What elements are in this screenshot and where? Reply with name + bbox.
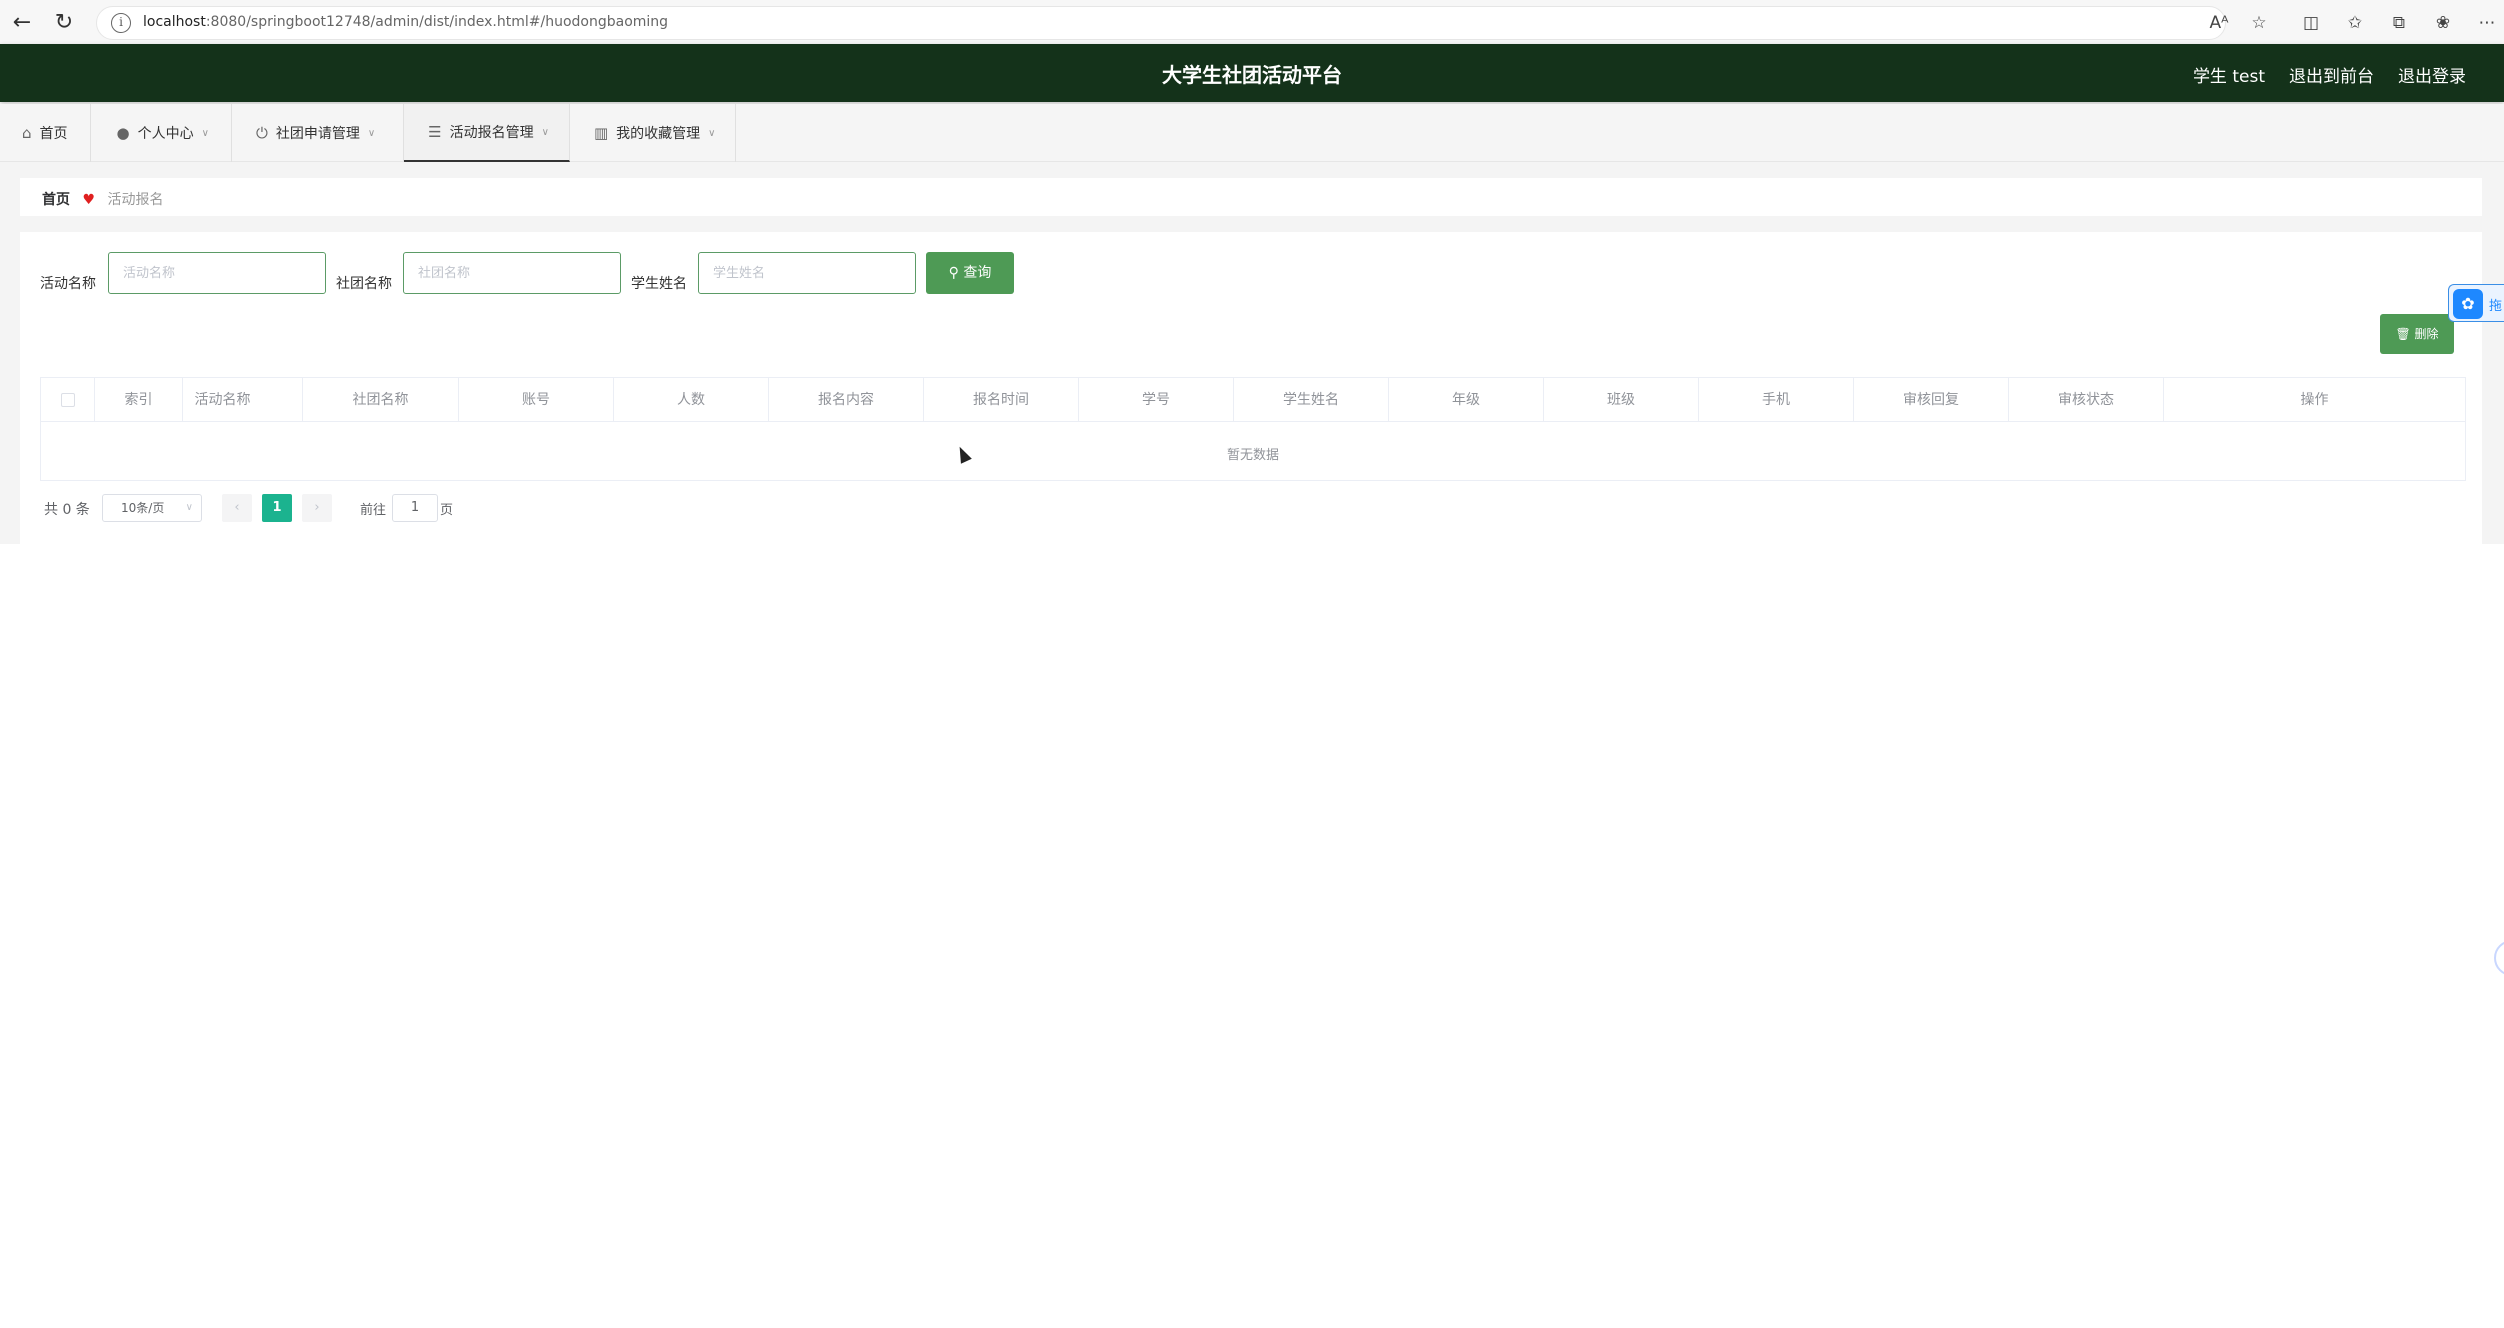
page-size-select[interactable]: 10条/页 ∨ <box>102 494 202 522</box>
home-icon: ⌂ <box>22 124 32 142</box>
chevron-down-icon: ∨ <box>541 126 549 138</box>
student-name-input[interactable] <box>698 252 916 294</box>
page-number-active[interactable]: 1 <box>262 494 292 522</box>
menu-item-club-application[interactable]: ⏻ 社团申请管理 ∨ <box>232 104 405 162</box>
chevron-down-icon: ∨ <box>367 127 376 139</box>
back-arrow-icon[interactable]: ← <box>8 9 36 37</box>
table-header-cell: 审核状态 <box>2009 378 2164 422</box>
page-size-value: 10条/页 <box>121 501 165 515</box>
collections-icon[interactable]: ⧉ <box>2388 12 2410 34</box>
bookmark-icon: ▥ <box>593 124 609 142</box>
menu-item-label: 活动报名管理 <box>449 125 534 141</box>
chevron-down-icon: ∨ <box>185 502 193 513</box>
search-icon: ⚲ <box>948 265 959 281</box>
table-header-cell: 手机 <box>1699 378 1854 422</box>
pagination-total: 共 0 条 <box>44 502 90 518</box>
url-host: localhost <box>143 14 206 30</box>
floating-assistant-widget[interactable]: ✿ 拖 <box>2448 284 2504 322</box>
breadcrumb-card: 首页 ♥ 活动报名 <box>20 178 2482 216</box>
header-actions: 学生 test 退出到前台 退出登录 <box>2193 62 2466 87</box>
browser-toolbar: ← ↻ i localhost:8080/springboot12748/adm… <box>0 0 2504 46</box>
sliders-icon: ☰ <box>428 123 442 141</box>
power-icon: ⏻ <box>255 124 268 142</box>
split-screen-icon[interactable]: ◫ <box>2300 12 2322 34</box>
chevron-down-icon: ∨ <box>708 127 716 139</box>
chevron-down-icon: ∨ <box>201 127 209 139</box>
activity-name-label: 活动名称 <box>40 276 96 292</box>
page-title: 大学生社团活动平台 <box>1162 63 1342 87</box>
delete-button[interactable]: 🗑 删除 <box>2380 314 2454 354</box>
next-page-button[interactable]: › <box>302 494 332 522</box>
table-header-cell: 账号 <box>459 378 614 422</box>
url-text: localhost:8080/springboot12748/admin/dis… <box>143 14 668 30</box>
table-header-cell: 学号 <box>1079 378 1234 422</box>
table-header-cell: 班级 <box>1544 378 1699 422</box>
more-icon[interactable]: ⋯ <box>2476 12 2498 34</box>
query-button-label: 查询 <box>963 265 992 281</box>
back-to-front-link[interactable]: 退出到前台 <box>2289 62 2374 87</box>
menu-item-label: 社团申请管理 <box>275 126 360 142</box>
select-all-checkbox[interactable] <box>61 393 75 407</box>
activity-name-input[interactable] <box>108 252 326 294</box>
refresh-icon[interactable]: ↻ <box>50 9 78 37</box>
chevron-right-icon: › <box>314 500 320 515</box>
table-header-cell: 报名时间 <box>924 378 1079 422</box>
favorites-icon[interactable]: ✩ <box>2344 12 2366 34</box>
side-handle[interactable] <box>2494 940 2504 976</box>
menu-item-label: 个人中心 <box>137 126 194 142</box>
table-header-cell: 学生姓名 <box>1234 378 1389 422</box>
favorite-star-icon[interactable]: ☆ <box>2248 12 2270 34</box>
menu-item-my-favorites[interactable]: ▥ 我的收藏管理 ∨ <box>570 104 737 162</box>
chevron-left-icon: ‹ <box>234 500 240 515</box>
goto-suffix: 页 <box>440 503 454 518</box>
current-user: 学生 test <box>2192 67 2265 87</box>
table-header-cell: 操作 <box>2300 392 2329 408</box>
table-header-cell: 审核回复 <box>1854 378 2009 422</box>
table-header-cell: 活动名称 <box>143 378 303 422</box>
goto-page-input[interactable]: 1 <box>392 494 438 522</box>
menu-item-home[interactable]: ⌂ 首页 <box>0 104 91 162</box>
menu-item-label: 我的收藏管理 <box>616 126 701 142</box>
menu-item-personal-center[interactable]: ● 个人中心 ∨ <box>91 104 232 162</box>
empty-state: 暂无数据 <box>1226 448 1279 463</box>
club-name-label: 社团名称 <box>336 276 392 292</box>
goto-prefix: 前往 <box>360 503 387 518</box>
breadcrumb: 首页 ♥ 活动报名 <box>42 189 163 209</box>
url-path: :8080/springboot12748/admin/dist/index.h… <box>205 14 669 30</box>
extensions-icon[interactable]: ❀ <box>2432 12 2454 34</box>
breadcrumb-current: 活动报名 <box>107 192 164 208</box>
table-header-cell: 人数 <box>614 378 769 422</box>
menu-item-activity-signup[interactable]: ☰ 活动报名管理 ∨ <box>404 104 570 162</box>
query-button[interactable]: ⚲ 查询 <box>926 252 1014 294</box>
floating-widget-label: 拖 <box>2489 299 2503 314</box>
table-header: 索引 活动名称 社团名称 账号 人数 报名内容 报名时间 学号 学生姓名 年级 … <box>41 378 2465 422</box>
trash-icon: 🗑 <box>2395 327 2411 341</box>
info-icon[interactable]: i <box>111 13 131 33</box>
student-name-label: 学生姓名 <box>631 276 687 292</box>
table-header-cell: 年级 <box>1389 378 1544 422</box>
logout-link[interactable]: 退出登录 <box>2398 62 2466 87</box>
read-aloud-icon[interactable]: Aᴬ <box>2208 12 2230 34</box>
app-header: 大学生社团活动平台 学生 test 退出到前台 退出登录 <box>0 44 2504 102</box>
delete-button-label: 删除 <box>2414 327 2439 341</box>
club-name-input[interactable] <box>403 252 621 294</box>
assistant-icon: ✿ <box>2453 289 2483 319</box>
signup-table: 索引 活动名称 社团名称 账号 人数 报名内容 报名时间 学号 学生姓名 年级 … <box>40 377 2466 481</box>
table-header-cell: 报名内容 <box>769 378 924 422</box>
user-icon: ● <box>116 124 130 142</box>
address-bar[interactable]: i localhost:8080/springboot12748/admin/d… <box>96 6 2226 40</box>
table-header-select <box>41 378 95 422</box>
breadcrumb-home[interactable]: 首页 <box>42 192 70 208</box>
heart-icon: ♥ <box>82 192 96 208</box>
menu-item-label: 首页 <box>39 126 68 142</box>
prev-page-button[interactable]: ‹ <box>222 494 252 522</box>
table-header-cell: 社团名称 <box>303 378 459 422</box>
top-menu: ⌂ 首页 ● 个人中心 ∨ ⏻ 社团申请管理 ∨ ☰ 活动报名管理 ∨ ▥ 我的… <box>0 104 2504 162</box>
